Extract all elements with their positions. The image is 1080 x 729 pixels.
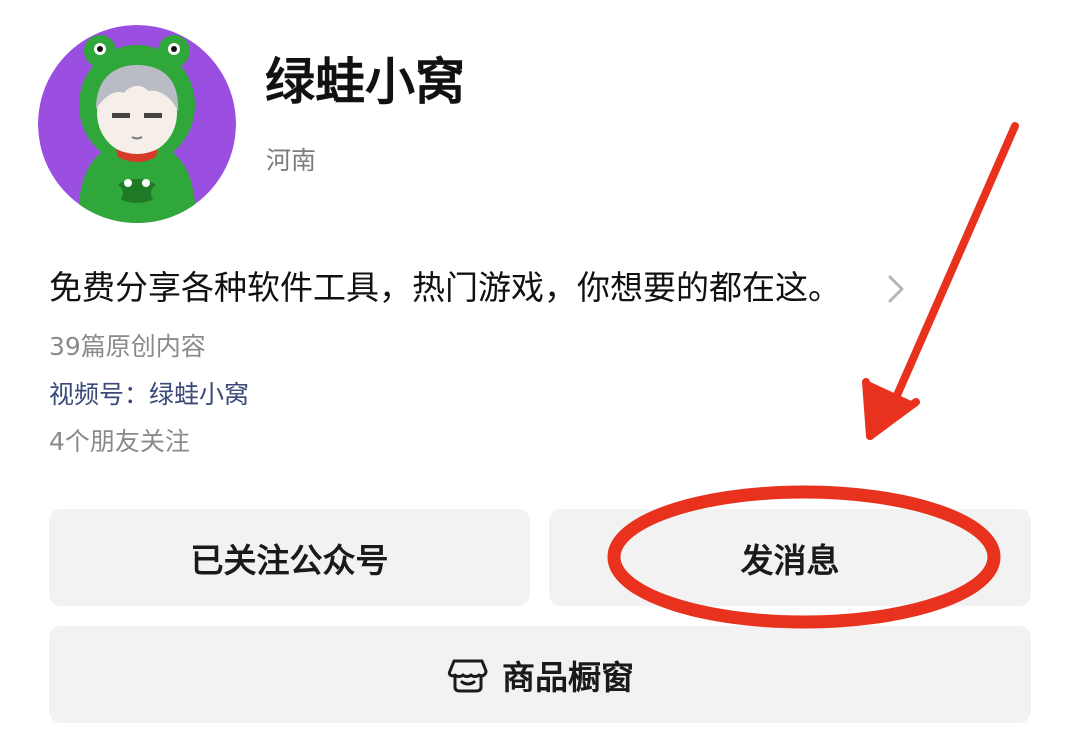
video-channel-link[interactable]: 视频号：绿蛙小窝: [49, 378, 249, 412]
followed-account-button[interactable]: 已关注公众号: [49, 509, 530, 606]
original-content-count[interactable]: 39篇原创内容: [49, 330, 206, 364]
region-label: 河南: [266, 146, 317, 175]
intro-text: 免费分享各种软件工具，热门游戏，你想要的都在这。: [49, 268, 841, 307]
product-showcase-label: 商品橱窗: [502, 657, 634, 697]
avatar[interactable]: [38, 25, 236, 223]
intro-row[interactable]: 免费分享各种软件工具，热门游戏，你想要的都在这。: [49, 262, 909, 314]
followed-account-label: 已关注公众号: [190, 540, 389, 580]
storefront-icon: [446, 653, 490, 697]
send-message-button[interactable]: 发消息: [549, 509, 1031, 606]
send-message-label: 发消息: [740, 540, 840, 580]
account-name: 绿蛙小窝: [265, 53, 465, 111]
product-showcase-button[interactable]: 商品橱窗: [49, 626, 1031, 723]
friends-following-count[interactable]: 4个朋友关注: [49, 425, 190, 459]
chevron-right-icon: [881, 272, 911, 306]
